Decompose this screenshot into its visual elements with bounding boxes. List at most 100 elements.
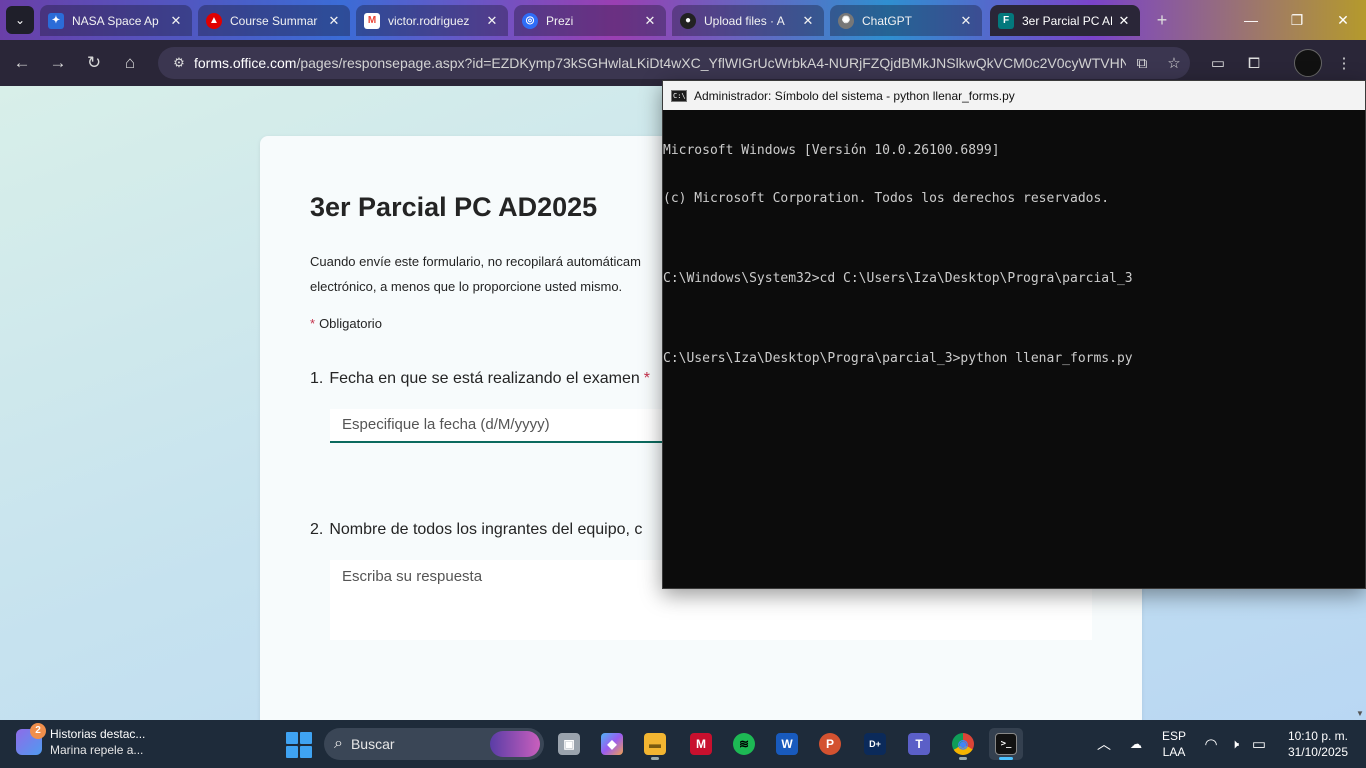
tab-gmail[interactable]: M victor.rodriguez ✕: [356, 5, 508, 36]
clock-time: 10:10 p. m.: [1287, 729, 1348, 743]
cmd-window[interactable]: C:\ Administrador: Símbolo del sistema -…: [662, 80, 1366, 589]
tab-chatgpt[interactable]: ✺ ChatGPT ✕: [830, 5, 982, 36]
tab-github-upload[interactable]: ● Upload files · A ✕: [672, 5, 824, 36]
mcafee-button[interactable]: M: [684, 728, 718, 760]
redhat-icon: ▲: [206, 12, 222, 29]
tab-label: victor.rodriguez: [388, 13, 470, 28]
question-text: Nombre de todos los ingrantes del equipo…: [329, 521, 643, 538]
news-widget[interactable]: 2 Historias destac... Marina repele a...: [16, 723, 145, 758]
form-description: Cuando envíe este formulario, no recopil…: [310, 254, 641, 294]
teams-icon: T: [908, 733, 930, 755]
minimize-button[interactable]: —: [1228, 0, 1274, 40]
close-icon[interactable]: ✕: [326, 13, 342, 29]
reload-button[interactable]: ↻: [80, 49, 108, 77]
tab-label: Course Summar: [230, 13, 318, 28]
cmd-titlebar[interactable]: C:\ Administrador: Símbolo del sistema -…: [663, 81, 1365, 110]
tab-label: 3er Parcial PC AD: [1022, 13, 1112, 28]
clock-date: 31/10/2025: [1287, 745, 1348, 759]
windows-logo-pane: [300, 746, 312, 758]
volume-icon[interactable]: 🕨: [1224, 720, 1246, 768]
url-path: /pages/responsepage.aspx?id=EZDKymp73kSG…: [296, 55, 1126, 71]
language-indicator[interactable]: ESP LAA: [1156, 720, 1192, 768]
prezi-icon: ◎: [522, 12, 538, 29]
cmd-output[interactable]: Microsoft Windows [Versión 10.0.26100.68…: [663, 110, 1365, 399]
chrome-icon: ◉: [952, 733, 974, 755]
home-button[interactable]: ⌂: [116, 49, 144, 77]
task-view-button[interactable]: ▣: [552, 728, 586, 760]
tab-forms-active[interactable]: F 3er Parcial PC AD ✕: [990, 5, 1140, 36]
required-note: * Obligatorio: [310, 316, 382, 331]
tab-course-summary[interactable]: ▲ Course Summar ✕: [198, 5, 350, 36]
teams-button[interactable]: T: [902, 728, 936, 760]
taskbar: 2 Historias destac... Marina repele a...…: [0, 720, 1366, 768]
battery-icon[interactable]: ▭: [1248, 720, 1270, 768]
disney-plus-button[interactable]: D+: [858, 728, 892, 760]
tab-prezi[interactable]: ◎ Prezi ✕: [514, 5, 666, 36]
onedrive-icon[interactable]: ☁: [1124, 720, 1148, 768]
browser-menu-icon[interactable]: ⋮: [1330, 49, 1358, 77]
required-star: *: [643, 370, 650, 387]
cmd-icon: C:\: [671, 89, 687, 102]
close-icon[interactable]: ✕: [168, 13, 184, 29]
close-window-button[interactable]: ✕: [1320, 0, 1366, 40]
close-icon[interactable]: ✕: [958, 13, 974, 29]
chatgpt-icon: ✺: [838, 12, 854, 29]
windows-logo-pane: [286, 732, 298, 744]
bookmark-star-icon[interactable]: ☆: [1158, 54, 1190, 72]
terminal-icon: >_: [995, 733, 1017, 755]
cmd-line: Microsoft Windows [Versión 10.0.26100.68…: [663, 143, 1000, 158]
site-info-icon[interactable]: ⚙: [164, 55, 194, 71]
running-indicator: [651, 757, 659, 760]
url-text[interactable]: forms.office.com/pages/responsepage.aspx…: [194, 55, 1126, 71]
cmd-line: (c) Microsoft Corporation. Todos los der…: [663, 191, 1110, 206]
cmd-title: Administrador: Símbolo del sistema - pyt…: [694, 88, 1015, 103]
cmd-line: C:\Users\Iza\Desktop\Progra\parcial_3>py…: [663, 351, 1133, 366]
chrome-button[interactable]: ◉: [946, 728, 980, 760]
terminal-button[interactable]: >_: [989, 728, 1023, 760]
close-icon[interactable]: ✕: [642, 13, 658, 29]
required-label: Obligatorio: [319, 316, 382, 331]
widget-text: Historias destac... Marina repele a...: [50, 726, 145, 758]
widgets-icon: 2: [16, 723, 46, 755]
start-button[interactable]: [286, 732, 312, 758]
spotify-button[interactable]: ≋: [727, 728, 761, 760]
question-number: 1.: [310, 370, 324, 387]
scroll-down-icon[interactable]: ▼: [1356, 709, 1364, 718]
file-explorer-button[interactable]: ▬: [638, 728, 672, 760]
new-tab-button[interactable]: +: [1150, 8, 1174, 32]
keyboard-layout: LAA: [1162, 745, 1186, 759]
date-input[interactable]: Especifique la fecha (d/M/yyyy): [330, 409, 662, 443]
required-star: *: [310, 316, 316, 331]
tab-label: NASA Space Ap: [72, 13, 159, 28]
extensions-icon[interactable]: ⧠: [1240, 49, 1268, 77]
disney-plus-icon: D+: [864, 733, 886, 755]
copilot-button[interactable]: ◆: [595, 728, 629, 760]
close-icon[interactable]: ✕: [1116, 13, 1132, 29]
profile-avatar[interactable]: [1294, 49, 1322, 77]
close-icon[interactable]: ✕: [800, 13, 816, 29]
close-icon[interactable]: ✕: [484, 13, 500, 29]
tab-nasa[interactable]: ✦ NASA Space Ap ✕: [40, 5, 192, 36]
address-bar[interactable]: ⚙ forms.office.com/pages/responsepage.as…: [158, 47, 1190, 79]
back-button[interactable]: ←: [8, 49, 36, 77]
wifi-icon[interactable]: ◠: [1200, 720, 1222, 768]
taskbar-search[interactable]: ⌕ Buscar: [324, 728, 544, 760]
install-app-icon[interactable]: ⧉: [1126, 55, 1158, 72]
show-hidden-icons-button[interactable]: ︿: [1092, 720, 1116, 768]
clock[interactable]: 10:10 p. m. 31/10/2025: [1278, 720, 1348, 768]
gmail-icon: M: [364, 12, 380, 29]
powerpoint-button[interactable]: P: [813, 728, 847, 760]
question-2: 2. Nombre de todos los ingrantes del equi…: [310, 521, 642, 539]
copilot-icon: ◆: [601, 733, 623, 755]
running-indicator: [999, 757, 1013, 760]
github-icon: ●: [680, 12, 696, 29]
split-view-icon[interactable]: ▭: [1204, 49, 1232, 77]
tab-search-button[interactable]: ⌄: [6, 6, 34, 34]
word-button[interactable]: W: [770, 728, 804, 760]
maximize-button[interactable]: ❐: [1274, 0, 1320, 40]
forward-button[interactable]: →: [44, 49, 72, 77]
search-highlight-image: [490, 731, 540, 757]
question-number: 2.: [310, 521, 324, 538]
tab-label: Upload files · A: [704, 13, 785, 28]
form-title: 3er Parcial PC AD2025: [310, 192, 598, 222]
